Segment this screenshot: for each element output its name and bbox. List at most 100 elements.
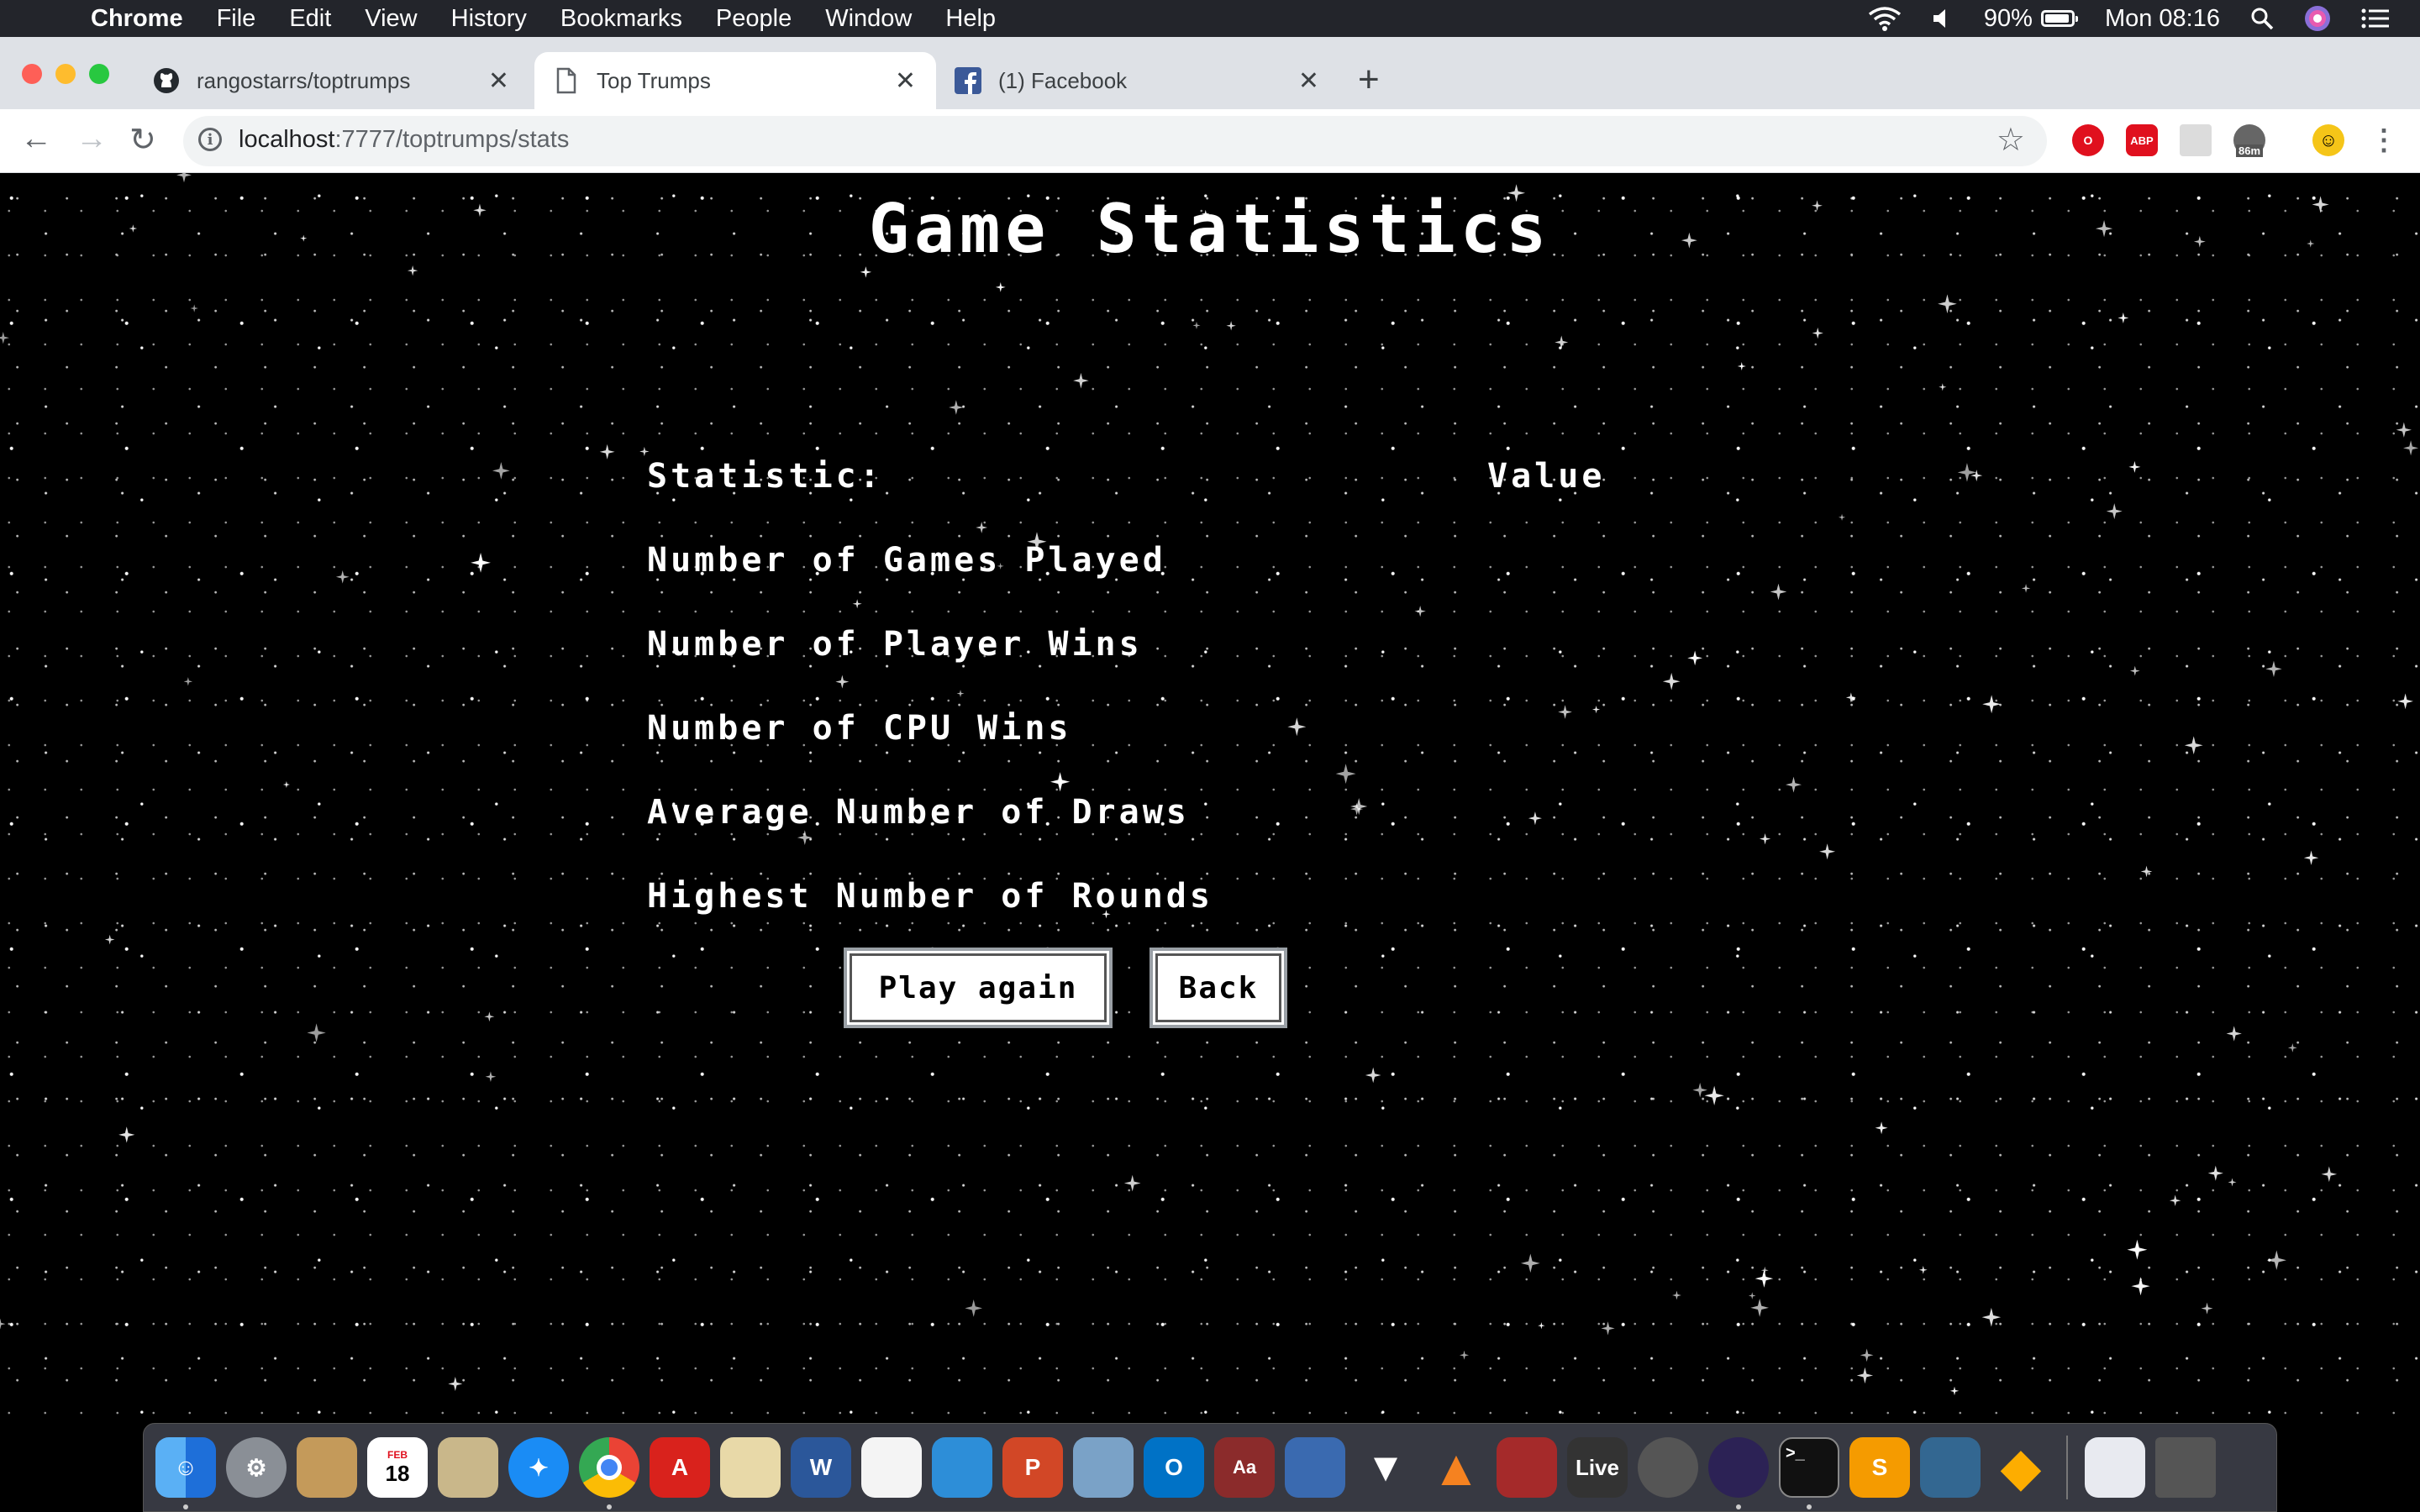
sparkle-star xyxy=(104,934,115,945)
sparkle-star xyxy=(2184,736,2203,755)
translate-flags-icon[interactable] xyxy=(1285,1437,1345,1498)
menu-bookmarks[interactable]: Bookmarks xyxy=(560,5,682,33)
menu-app-name[interactable]: Chrome xyxy=(91,5,183,33)
close-tab-icon[interactable]: ✕ xyxy=(488,66,509,96)
stats-page: Game Statistics Statistic: Value Number … xyxy=(0,173,2420,1423)
sparkle-star xyxy=(448,1376,463,1392)
address-bar[interactable]: i localhost:7777/toptrumps/stats ☆ xyxy=(183,116,2047,166)
reload-icon[interactable]: ↻ xyxy=(129,121,156,159)
forward-arrow-icon[interactable]: → xyxy=(76,121,108,157)
finder-icon[interactable]: ☺ xyxy=(155,1437,216,1498)
preview-icon[interactable] xyxy=(720,1437,781,1498)
profile-avatar[interactable]: ☺ xyxy=(2312,124,2344,156)
new-tab-plus-icon[interactable]: + xyxy=(1358,59,1380,101)
sparkle-star xyxy=(1918,1265,1928,1274)
timer-extension-icon[interactable]: 86m xyxy=(2233,124,2265,157)
chrome-icon[interactable] xyxy=(579,1437,639,1498)
play-again-button[interactable]: Play again xyxy=(844,948,1113,1028)
sparkle-star xyxy=(471,552,491,573)
calculator-icon[interactable] xyxy=(438,1437,498,1498)
photo-booth-icon[interactable] xyxy=(1497,1437,1557,1498)
menu-help[interactable]: Help xyxy=(945,5,996,33)
notes-extension-icon[interactable] xyxy=(2180,124,2212,156)
live-label: Live xyxy=(1575,1454,1620,1480)
outlook-icon[interactable]: O xyxy=(1144,1437,1204,1498)
eclipse-icon[interactable] xyxy=(1708,1437,1769,1498)
siri-icon[interactable] xyxy=(2304,5,2331,32)
url-path: :7777/toptrumps/stats xyxy=(334,126,570,153)
notification-center-icon[interactable] xyxy=(2361,8,2390,29)
menu-view[interactable]: View xyxy=(365,5,417,33)
adblock-extension-icon[interactable]: ABP xyxy=(2126,124,2158,156)
site-info-icon[interactable]: i xyxy=(198,128,222,151)
running-indicator xyxy=(1736,1504,1741,1509)
menu-clock[interactable]: Mon 08:16 xyxy=(2105,5,2220,33)
bookmark-star-icon[interactable]: ☆ xyxy=(1996,121,2025,159)
stat-row-cpu-wins: Number of CPU Wins xyxy=(647,709,1072,748)
textedit-icon[interactable] xyxy=(861,1437,922,1498)
sparkle-star xyxy=(995,282,1006,292)
tab-facebook[interactable]: (1) Facebook ✕ xyxy=(936,52,1339,109)
network-utility-icon[interactable] xyxy=(1638,1437,1698,1498)
trash-icon[interactable] xyxy=(2155,1437,2216,1498)
ableton-live-icon[interactable]: Live xyxy=(1567,1437,1628,1498)
preview-photos-icon[interactable] xyxy=(1073,1437,1134,1498)
calendar-day: 18 xyxy=(385,1460,410,1486)
sparkle-star xyxy=(835,675,850,689)
postgresql-icon[interactable] xyxy=(1920,1437,1981,1498)
sparkle-star xyxy=(2396,422,2412,438)
system-preferences-icon[interactable]: ⚙ xyxy=(226,1437,287,1498)
zoom-window-button[interactable] xyxy=(89,64,109,84)
sublime-text-icon[interactable]: S xyxy=(1849,1437,1910,1498)
spotlight-search-icon[interactable] xyxy=(2250,7,2274,30)
archive-utility-icon[interactable] xyxy=(297,1437,357,1498)
back-arrow-icon[interactable]: ← xyxy=(20,121,52,157)
fox-app-icon[interactable]: ▼ xyxy=(1355,1437,1416,1498)
sparkle-star xyxy=(2226,1026,2242,1042)
acrobat-icon[interactable]: A xyxy=(650,1437,710,1498)
document-stack-icon[interactable] xyxy=(2085,1437,2145,1498)
opera-extension-icon[interactable]: O xyxy=(2072,124,2104,156)
menu-file[interactable]: File xyxy=(217,5,256,33)
close-tab-icon[interactable]: ✕ xyxy=(1298,66,1319,96)
safari-icon[interactable]: ✦ xyxy=(508,1437,569,1498)
dictionary-icon[interactable]: Aa xyxy=(1214,1437,1275,1498)
sparkle-star xyxy=(1672,1290,1681,1300)
vlc-icon[interactable]: ▲ xyxy=(1426,1437,1486,1498)
sketch-icon[interactable]: ◆ xyxy=(1991,1437,2051,1498)
stat-row-player-wins: Number of Player Wins xyxy=(647,625,1143,664)
keynote-icon[interactable] xyxy=(932,1437,992,1498)
battery-icon[interactable] xyxy=(2040,10,2078,27)
calendar-icon[interactable]: FEB 18 xyxy=(367,1437,428,1498)
sparkle-star xyxy=(1538,1321,1545,1330)
menu-history[interactable]: History xyxy=(451,5,527,33)
back-button[interactable]: Back xyxy=(1150,948,1287,1028)
sparkle-star xyxy=(1770,583,1787,601)
url-text[interactable]: localhost:7777/toptrumps/stats xyxy=(239,126,569,154)
sparkle-star xyxy=(0,1318,6,1330)
volume-icon[interactable] xyxy=(1932,8,1954,29)
menu-edit[interactable]: Edit xyxy=(289,5,331,33)
chrome-menu-icon[interactable]: ⋮ xyxy=(2368,124,2400,156)
stat-row-average-draws: Average Number of Draws xyxy=(647,793,1190,832)
close-tab-icon[interactable]: ✕ xyxy=(895,66,916,96)
facebook-icon xyxy=(955,67,981,94)
sparkle-star xyxy=(1287,717,1307,737)
sparkle-star xyxy=(2266,1250,2286,1270)
wifi-icon[interactable] xyxy=(1868,6,1902,31)
powerpoint-icon[interactable]: P xyxy=(1002,1437,1063,1498)
minimize-window-button[interactable] xyxy=(55,64,76,84)
word-icon[interactable]: W xyxy=(791,1437,851,1498)
tab-github[interactable]: rangostarrs/toptrumps ✕ xyxy=(134,52,529,109)
sparkle-star xyxy=(176,173,192,183)
github-icon xyxy=(153,67,180,94)
tab-top-trumps[interactable]: Top Trumps ✕ xyxy=(534,52,936,109)
sparkle-star xyxy=(1939,383,1947,391)
sparkle-star xyxy=(1860,1348,1874,1362)
sparkle-star xyxy=(1692,1082,1707,1098)
menu-people[interactable]: People xyxy=(716,5,792,33)
menu-window[interactable]: Window xyxy=(825,5,912,33)
close-window-button[interactable] xyxy=(22,64,42,84)
terminal-icon[interactable]: >_ xyxy=(1779,1437,1839,1498)
sparkle-star xyxy=(956,690,965,698)
